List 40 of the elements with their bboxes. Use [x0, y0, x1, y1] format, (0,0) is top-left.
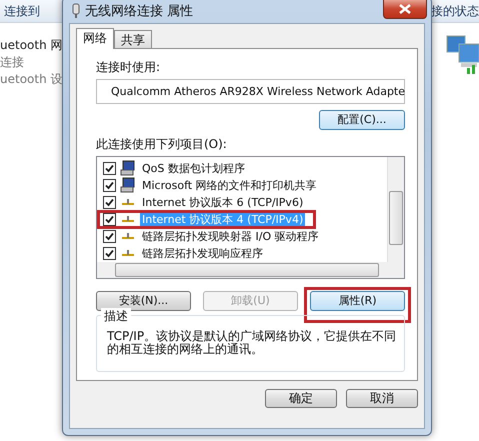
dialog-button[interactable]: 取消	[346, 389, 418, 408]
adapter-name: Qualcomm Atheros AR928X Wireless Network Adapte	[111, 84, 406, 98]
checkbox[interactable]	[103, 162, 116, 175]
tab[interactable]: 网络	[76, 28, 114, 49]
adapter-icon	[71, 3, 81, 19]
horizontal-scrollbar[interactable]	[97, 262, 404, 278]
configure-button[interactable]: 配置(C)...	[319, 110, 405, 130]
toolbar-label[interactable]: 连接到	[4, 2, 40, 20]
toolbar-label[interactable]: 接的状态	[431, 2, 479, 20]
connection-device: uetooth 设	[0, 71, 63, 88]
close-button[interactable]	[383, 0, 427, 19]
list-item[interactable]: QoS 数据包计划程序	[140, 160, 247, 176]
window-title: 无线网络连接 属性	[85, 3, 194, 20]
tab[interactable]: 共享	[114, 30, 152, 48]
action-button[interactable]: 安装(N)...	[96, 290, 191, 311]
section-label: 连接时使用:	[96, 59, 162, 76]
section-label: 此连接使用下列项目(O):	[96, 136, 228, 153]
list-item[interactable]: Microsoft 网络的文件和打印机共享	[140, 178, 319, 193]
protocol-icon	[120, 198, 136, 206]
action-button[interactable]: 属性(R)	[310, 290, 405, 311]
checkbox[interactable]	[103, 230, 116, 243]
list-item[interactable]: 链路层拓扑发现响应程序	[140, 246, 265, 261]
protocol-icon	[120, 249, 136, 258]
vertical-scrollbar[interactable]	[387, 156, 404, 262]
connection-name: uetooth 网	[0, 37, 63, 54]
description-text: TCP/IP。该协议是默认的广域网络协议，它提供在不同的相互连接的网络上的通讯。	[107, 330, 398, 356]
computer-icon	[120, 177, 136, 194]
list-item[interactable]: Internet 协议版本 6 (TCP/IPv6)	[140, 194, 306, 210]
group-title: 描述	[101, 308, 131, 325]
checkbox[interactable]	[103, 246, 116, 260]
protocol-icon	[120, 215, 136, 224]
dialog-button[interactable]: 确定	[265, 389, 337, 408]
computer-icon	[120, 160, 136, 176]
checkbox[interactable]	[103, 212, 116, 226]
connection-status: 连接	[0, 54, 24, 71]
checkbox[interactable]	[103, 196, 116, 209]
protocol-icon	[120, 232, 136, 240]
list-item[interactable]: 链路层拓扑发现映射器 I/O 驱动程序	[140, 228, 321, 244]
close-icon	[399, 4, 411, 14]
checkbox[interactable]	[103, 178, 116, 192]
